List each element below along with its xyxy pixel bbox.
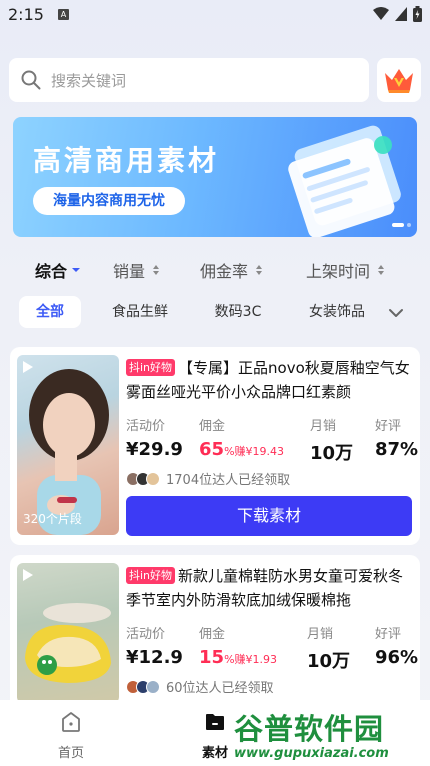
commission-label: 佣金 [199,627,226,642]
price-stat: 活动价 ¥29.9 [126,415,183,460]
watermark-text: 谷普软件园 [234,712,385,746]
rating-stat: 好评 87% [375,415,418,460]
sort-sales[interactable]: 销量 [113,258,161,282]
creator-count: 1704位达人已经领取 [166,473,291,488]
product-title[interactable]: 抖in好物 【专属】正品novo秋夏唇釉空气女雾面丝哑光平价小众品牌口红素颜 [126,356,416,404]
sales-label: 月销 [310,419,337,434]
product-thumbnail[interactable]: 320个片段 [17,355,119,535]
rating-label: 好评 [375,419,402,434]
slipper-illustration [25,603,111,683]
product-thumbnail[interactable] [17,563,119,703]
price-value: ¥12.9 [126,647,183,668]
rating-label: 好评 [375,627,402,642]
commission-stat: 佣金 15%赚¥1.93 [199,623,277,668]
price-label: 活动价 [126,627,166,642]
crown-icon [385,69,413,93]
chevron-down-icon[interactable] [386,303,406,323]
creator-avatars: 60位达人已经领取 [126,677,274,696]
tab-label: 首页 [57,746,84,761]
notification-icon: A [58,9,69,20]
commission-rate: 15 [199,647,225,668]
sort-label: 销量 [113,262,146,281]
clip-count: 320个片段 [23,512,82,526]
site-watermark: 谷普软件园 www.gupuxiazai.com [234,706,430,766]
search-icon [21,70,41,90]
signal-icon [395,7,407,21]
watermark-url: www.gupuxiazai.com [234,746,389,761]
banner-illustration [288,125,401,237]
product-tag: 抖in好物 [126,567,176,584]
wifi-icon [373,7,389,20]
battery-icon [413,6,422,22]
home-icon [62,712,80,732]
sort-comprehensive[interactable]: 综合 [35,258,81,282]
download-button[interactable]: 下载素材 [126,496,412,536]
price-value: ¥29.9 [126,439,183,460]
play-icon [23,361,33,373]
sales-stat: 月销 10万 [310,415,353,465]
avatar [146,679,160,694]
sales-value: 10万 [310,443,354,464]
search-input[interactable]: 搜索关键词 [9,58,369,102]
triangle-down-icon [72,268,81,272]
commission-earn: %赚¥19.43 [224,445,285,458]
sort-commission-rate[interactable]: 佣金率 [200,258,264,282]
avatar [146,471,160,486]
tab-home[interactable]: 首页 [31,710,111,761]
price-stat: 活动价 ¥12.9 [126,623,183,668]
category-tabs: 全部 食品生鲜 数码3C 女装饰品 [0,296,430,330]
banner-subtitle: 海量内容商用无忧 [33,187,185,215]
folder-icon [206,714,224,730]
status-bar: 2:15 A [0,0,430,30]
category-all[interactable]: 全部 [19,296,81,328]
creator-avatars: 1704位达人已经领取 [126,469,290,488]
creator-count: 60位达人已经领取 [166,681,274,696]
search-placeholder: 搜索关键词 [51,71,127,90]
commission-earn: %赚¥1.93 [224,653,278,666]
commission-label: 佣金 [199,419,226,434]
rating-value: 87% [375,439,419,460]
sort-bar: 综合 销量 佣金率 上架时间 [0,258,430,286]
sort-label: 上架时间 [306,262,371,281]
sales-stat: 月销 10万 [307,623,350,673]
rating-value: 96% [375,647,419,668]
product-title[interactable]: 抖in好物 新款儿童棉鞋防水男女童可爱秋冬季节室内外防滑软底加绒保暖棉拖 [126,564,416,612]
commission-rate: 65 [199,439,225,460]
vip-button[interactable] [377,58,421,102]
product-tag: 抖in好物 [126,359,176,376]
category-fresh-food[interactable]: 食品生鲜 [98,296,182,328]
promo-banner[interactable]: 高清商用素材 海量内容商用无忧 [13,117,417,237]
sales-value: 10万 [307,651,351,672]
category-digital[interactable]: 数码3C [202,296,274,328]
sort-label: 综合 [35,262,68,281]
commission-stat: 佣金 65%赚¥19.43 [199,415,284,460]
play-icon [23,569,33,581]
rating-stat: 好评 96% [375,623,418,668]
product-card[interactable]: 320个片段 抖in好物 【专属】正品novo秋夏唇釉空气女雾面丝哑光平价小众品牌… [10,347,420,545]
sales-label: 月销 [307,627,334,642]
status-time: 2:15 [8,5,44,24]
category-womens-apparel[interactable]: 女装饰品 [295,296,379,328]
banner-pagination [392,223,411,227]
portrait-illustration [29,369,109,535]
sort-listing-time[interactable]: 上架时间 [306,258,386,282]
banner-title: 高清商用素材 [33,144,220,177]
sort-arrows-icon [378,265,385,275]
sort-label: 佣金率 [200,262,249,281]
sort-arrows-icon [153,265,160,275]
product-card[interactable]: 抖in好物 新款儿童棉鞋防水男女童可爱秋冬季节室内外防滑软底加绒保暖棉拖 活动价 … [10,555,420,715]
price-label: 活动价 [126,419,166,434]
sort-arrows-icon [256,265,263,275]
